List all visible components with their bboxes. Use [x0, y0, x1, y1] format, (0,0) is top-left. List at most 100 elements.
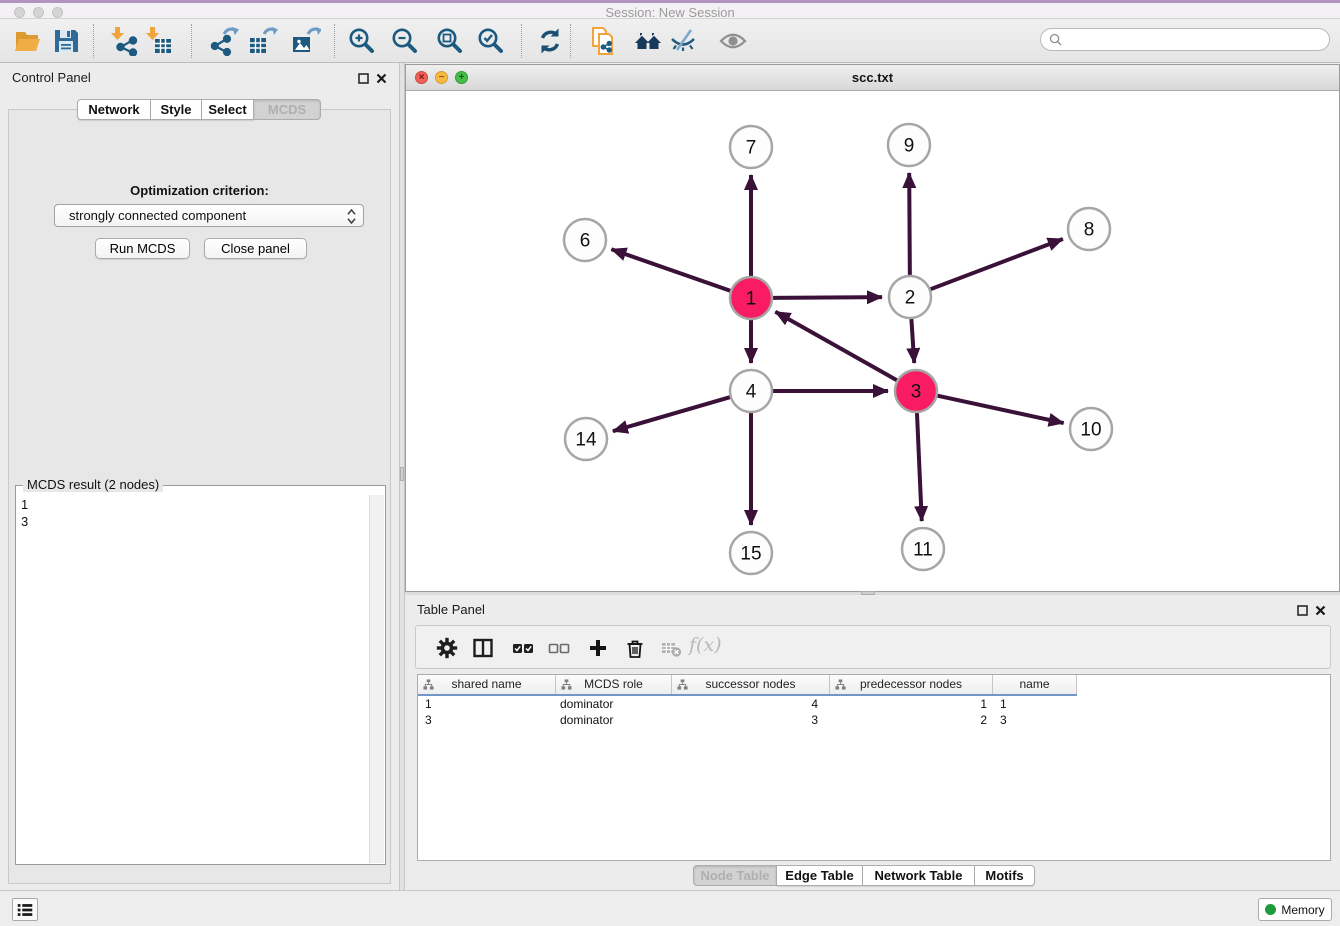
float-panel-icon[interactable]: [358, 71, 371, 84]
graph-edge-3-10[interactable]: [937, 396, 1063, 423]
graph-edge-3-1[interactable]: [775, 312, 896, 380]
search-field[interactable]: [1040, 28, 1330, 51]
column-header-mcds-role[interactable]: MCDS role: [556, 675, 672, 694]
close-panel-icon[interactable]: [376, 71, 389, 84]
network-minimize-button[interactable]: −: [435, 71, 448, 84]
memory-status-dot: [1265, 904, 1276, 915]
show-columns-button[interactable]: [472, 637, 494, 659]
memory-button[interactable]: Memory: [1258, 898, 1332, 921]
splitter-handle[interactable]: [400, 467, 404, 481]
export-image-button[interactable]: [291, 26, 321, 56]
tab-style[interactable]: Style: [151, 99, 202, 120]
mcds-result-text[interactable]: 1 3: [21, 496, 365, 530]
cell-successor-nodes[interactable]: 3: [672, 712, 830, 728]
cell-shared-name[interactable]: 1: [418, 696, 556, 712]
graph-node-15[interactable]: 15: [730, 532, 772, 574]
cell-mcds-role[interactable]: dominator: [556, 712, 672, 728]
graph-node-9[interactable]: 9: [888, 124, 930, 166]
deselect-all-button[interactable]: [548, 637, 570, 659]
graph-edge-2-8[interactable]: [931, 239, 1063, 289]
tab-select[interactable]: Select: [202, 99, 254, 120]
mcds-result-box: MCDS result (2 nodes) 1 3: [15, 485, 386, 865]
graph-edge-2-9[interactable]: [909, 173, 910, 275]
export-table-button[interactable]: [248, 26, 278, 56]
toolbar-separator: [334, 24, 335, 58]
open-session-button[interactable]: [13, 26, 43, 56]
clone-network-button[interactable]: [588, 26, 618, 56]
show-all-button[interactable]: [718, 26, 748, 56]
tab-network[interactable]: Network: [77, 99, 151, 120]
task-history-button[interactable]: [12, 898, 38, 921]
graph-edge-2-3[interactable]: [911, 319, 914, 363]
table-settings-button[interactable]: [436, 637, 458, 659]
graph-edge-1-6[interactable]: [611, 249, 730, 291]
clone-network-icon: [588, 26, 618, 56]
column-header-shared-name[interactable]: shared name: [418, 675, 556, 694]
save-session-button[interactable]: [51, 26, 81, 56]
add-column-button[interactable]: [587, 637, 609, 659]
tab-mcds[interactable]: MCDS: [254, 99, 321, 120]
graph-node-4[interactable]: 4: [730, 370, 772, 412]
graph-node-8[interactable]: 8: [1068, 208, 1110, 250]
close-panel-icon[interactable]: [1315, 603, 1328, 616]
zoom-fit-button[interactable]: [434, 26, 464, 56]
column-header-name[interactable]: name: [993, 675, 1077, 694]
tab-node-table[interactable]: Node Table: [693, 865, 777, 886]
select-all-button[interactable]: [512, 637, 534, 659]
column-header-predecessor-nodes[interactable]: predecessor nodes: [830, 675, 993, 694]
graph-edge-4-14[interactable]: [613, 397, 730, 431]
delete-column-button[interactable]: [624, 637, 646, 659]
graph-node-7[interactable]: 7: [730, 126, 772, 168]
cell-mcds-role[interactable]: dominator: [556, 696, 672, 712]
import-table-button[interactable]: [143, 26, 173, 56]
float-panel-icon[interactable]: [1297, 603, 1310, 616]
tab-edge-table[interactable]: Edge Table: [777, 865, 863, 886]
graph-node-14[interactable]: 14: [565, 418, 607, 460]
run-mcds-button[interactable]: Run MCDS: [95, 238, 190, 259]
graph-node-6[interactable]: 6: [564, 219, 606, 261]
optimization-criterion-value: strongly connected component: [69, 208, 246, 223]
table-panel: Table Panel: [405, 595, 1340, 890]
graph-node-2[interactable]: 2: [889, 276, 931, 318]
zoom-out-button[interactable]: [389, 26, 419, 56]
cell-predecessor-nodes[interactable]: 2: [830, 712, 993, 728]
graph-node-3[interactable]: 3: [895, 370, 937, 412]
network-graph[interactable]: 7 9 6 8 1 2 4 3 14 10 15 11: [406, 91, 1339, 591]
close-panel-button[interactable]: Close panel: [204, 238, 307, 259]
optimization-criterion-select[interactable]: strongly connected component: [54, 204, 364, 227]
graph-node-1[interactable]: 1: [730, 277, 772, 319]
graph-edge-3-11[interactable]: [917, 413, 922, 521]
column-header-successor-nodes[interactable]: successor nodes: [672, 675, 830, 694]
function-builder-button[interactable]: f(x): [689, 634, 722, 656]
optimization-criterion-label: Optimization criterion:: [9, 183, 390, 198]
eye-icon: [718, 26, 748, 56]
zoom-out-icon: [389, 26, 419, 56]
table-row[interactable]: 1 dominator 4 1 1: [418, 696, 1330, 712]
search-input[interactable]: [1067, 33, 1321, 47]
cell-shared-name[interactable]: 3: [418, 712, 556, 728]
graph-node-11[interactable]: 11: [902, 528, 944, 570]
zoom-in-button[interactable]: [346, 26, 376, 56]
tab-motifs[interactable]: Motifs: [975, 865, 1035, 886]
network-close-button[interactable]: ×: [415, 71, 428, 84]
cell-name[interactable]: 1: [993, 696, 1077, 712]
graph-node-10[interactable]: 10: [1070, 408, 1112, 450]
hide-selected-button[interactable]: [668, 26, 698, 56]
svg-text:9: 9: [904, 136, 915, 157]
network-maximize-button[interactable]: +: [455, 71, 468, 84]
cell-name[interactable]: 3: [993, 712, 1077, 728]
table-row[interactable]: 3 dominator 3 2 3: [418, 712, 1330, 728]
network-window-titlebar[interactable]: × − + scc.txt: [406, 65, 1339, 91]
graph-edge-1-2[interactable]: [773, 297, 882, 298]
unchecked-boxes-icon: [548, 637, 570, 659]
delete-table-button[interactable]: [660, 637, 682, 659]
export-network-button[interactable]: [210, 26, 240, 56]
import-network-button[interactable]: [108, 26, 138, 56]
cell-predecessor-nodes[interactable]: 1: [830, 696, 993, 712]
apply-layout-button[interactable]: [535, 26, 565, 56]
first-neighbors-button[interactable]: [633, 26, 663, 56]
tab-network-table[interactable]: Network Table: [863, 865, 975, 886]
result-scrollbar[interactable]: [369, 495, 384, 863]
cell-successor-nodes[interactable]: 4: [672, 696, 830, 712]
zoom-selected-button[interactable]: [475, 26, 505, 56]
